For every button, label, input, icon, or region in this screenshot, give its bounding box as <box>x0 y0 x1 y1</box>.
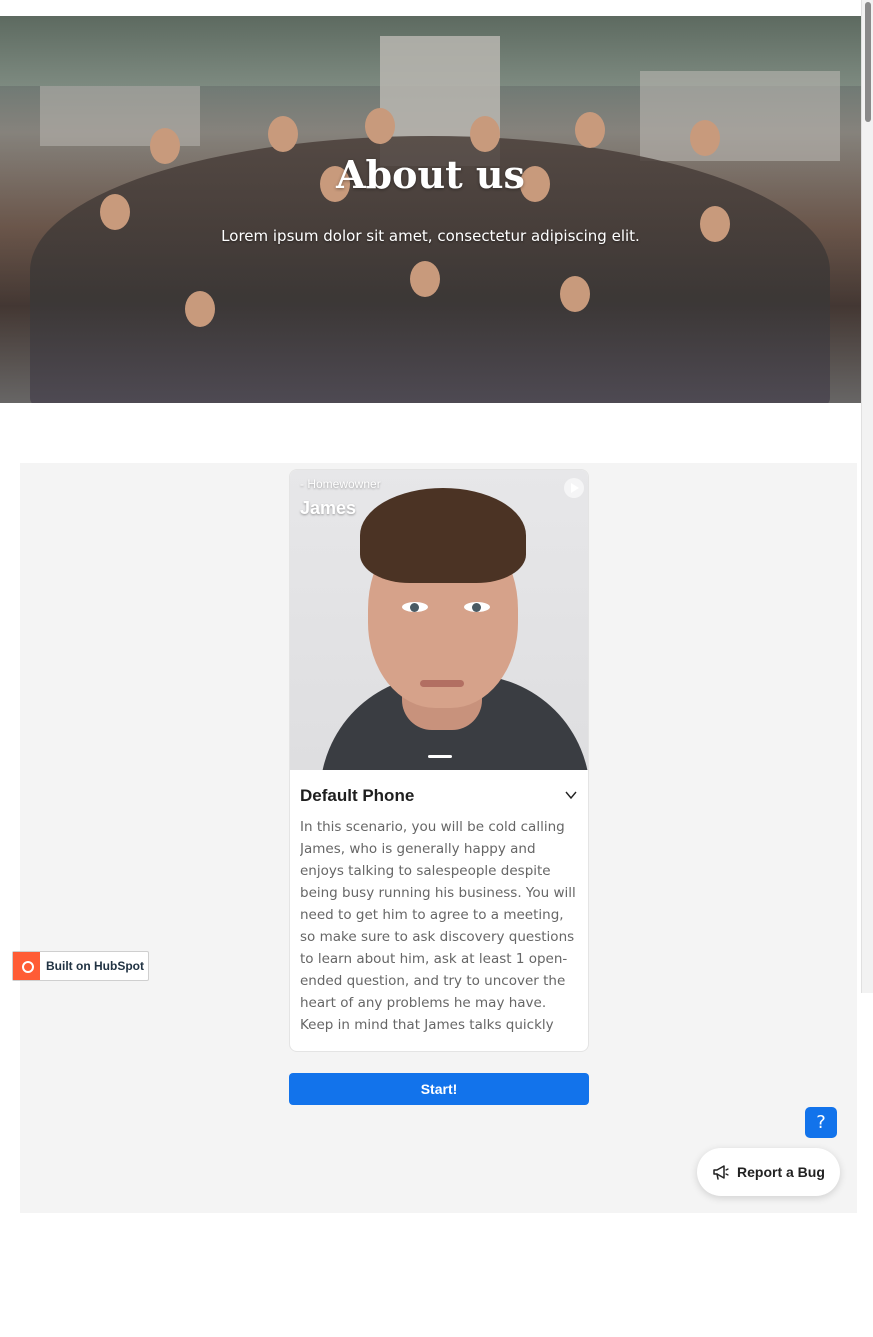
hero-person <box>185 291 215 327</box>
hero-building <box>640 71 840 161</box>
photo-detail <box>402 602 428 612</box>
help-button[interactable]: ? <box>805 1107 837 1138</box>
start-button[interactable]: Start! <box>289 1073 589 1105</box>
hero-banner: About us Lorem ipsum dolor sit amet, con… <box>0 16 861 403</box>
megaphone-icon <box>713 1165 729 1180</box>
play-icon[interactable] <box>564 478 584 498</box>
hero-person <box>410 261 440 297</box>
chevron-down-icon[interactable] <box>564 788 578 802</box>
scenario-description: In this scenario, you will be cold calli… <box>300 819 576 1033</box>
photo-detail <box>360 488 526 583</box>
scrollbar[interactable] <box>861 0 873 993</box>
hubspot-logo-icon <box>13 952 40 980</box>
hero-person <box>100 194 130 230</box>
hero-person <box>365 108 395 144</box>
hero-subtitle: Lorem ipsum dolor sit amet, consectetur … <box>221 227 640 245</box>
persona-photo: - Homewowner James <box>290 470 588 770</box>
hubspot-badge[interactable]: Built on HubSpot <box>12 951 149 981</box>
persona-role: - Homewowner <box>300 477 381 491</box>
scrollbar-thumb[interactable] <box>865 2 871 122</box>
hero-person <box>268 116 298 152</box>
hubspot-badge-label: Built on HubSpot <box>46 959 144 973</box>
scenario-title: Default Phone <box>300 786 415 805</box>
scenario-details: Default Phone In this scenario, you will… <box>290 770 588 1036</box>
photo-detail <box>420 680 464 687</box>
persona-name: James <box>300 498 357 518</box>
hero-person <box>690 120 720 156</box>
hero-person <box>575 112 605 148</box>
page-title: About us <box>336 152 525 197</box>
page: About us Lorem ipsum dolor sit amet, con… <box>0 0 873 1337</box>
report-bug-button[interactable]: Report a Bug <box>697 1148 840 1196</box>
photo-detail <box>464 602 490 612</box>
hero-person <box>470 116 500 152</box>
scenario-card: - Homewowner James Default Phone In this… <box>289 469 589 1052</box>
report-bug-label: Report a Bug <box>737 1164 825 1180</box>
hero-person <box>560 276 590 312</box>
carousel-indicator[interactable] <box>428 755 452 758</box>
